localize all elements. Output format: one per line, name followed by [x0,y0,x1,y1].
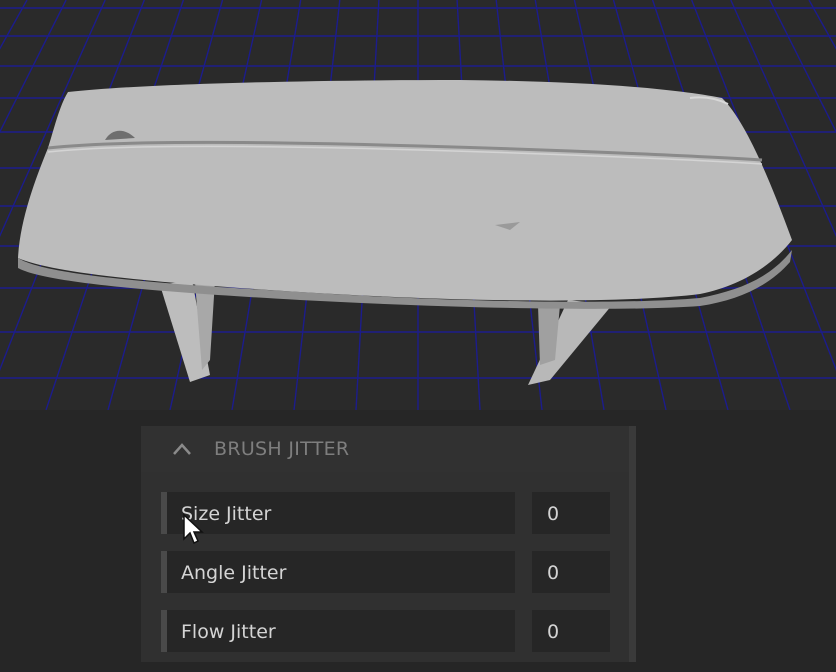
grid-line [769,0,836,134]
brush-jitter-panel: BRUSH JITTER Size Jitter 0 Angle Jitter … [141,426,631,662]
angle-jitter-label: Angle Jitter [181,562,287,584]
chevron-up-icon[interactable] [171,439,193,459]
flow-jitter-label: Flow Jitter [181,621,276,643]
section-title: BRUSH JITTER [214,438,350,460]
angle-jitter-value: 0 [547,562,560,584]
flow-jitter-row[interactable]: Flow Jitter 0 [161,610,611,652]
size-jitter-value: 0 [547,503,560,525]
section-header-brush-jitter[interactable]: BRUSH JITTER [141,426,629,472]
flow-jitter-slider[interactable]: Flow Jitter [167,610,515,652]
angle-jitter-slider[interactable]: Angle Jitter [167,551,515,593]
flow-jitter-value: 0 [547,621,560,643]
angle-jitter-row[interactable]: Angle Jitter 0 [161,551,611,593]
angle-jitter-input[interactable]: 0 [532,551,610,593]
flow-jitter-input[interactable]: 0 [532,610,610,652]
size-jitter-row[interactable]: Size Jitter 0 [161,492,611,534]
table-3d-model [18,80,792,385]
size-jitter-slider[interactable]: Size Jitter [167,492,515,534]
panel-scrollbar[interactable] [629,426,636,662]
tabletop [18,80,792,301]
mouse-pointer-icon [183,513,204,545]
size-jitter-input[interactable]: 0 [532,492,610,534]
